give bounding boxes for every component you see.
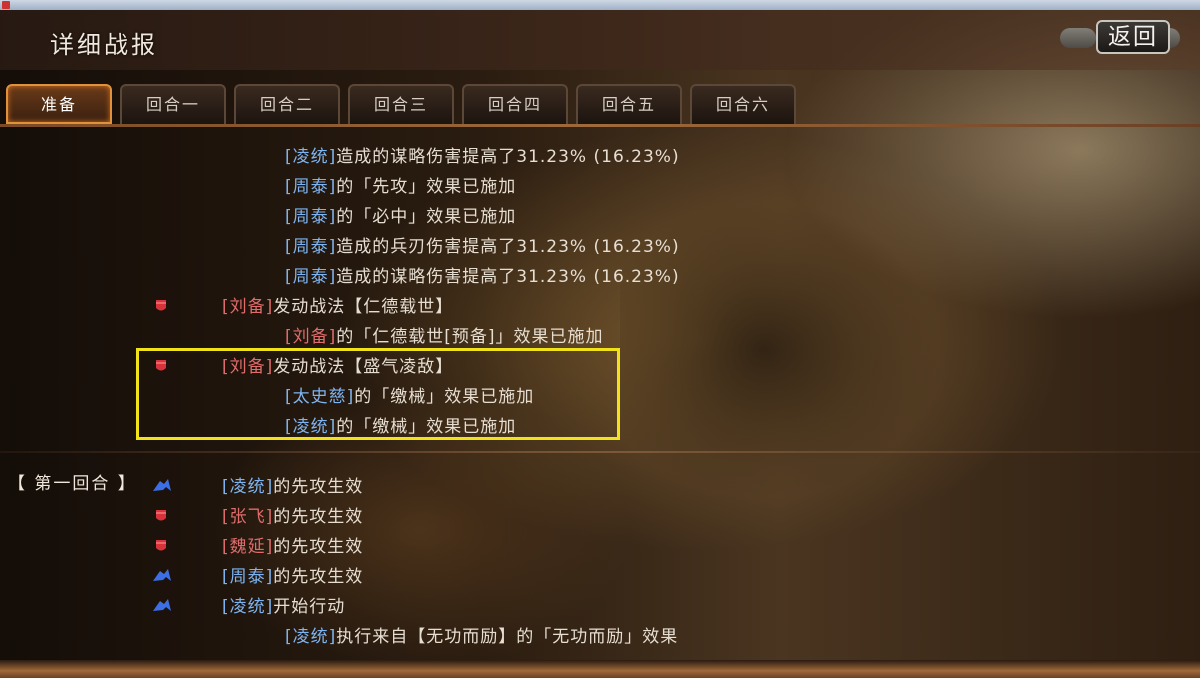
blue-arrow-icon <box>152 478 172 492</box>
log-line: [周泰]的「必中」效果已施加 <box>285 202 516 232</box>
general-name: [凌统] <box>285 147 337 167</box>
log-text: 执行来自【无功而励】的「无功而励」效果 <box>336 627 679 647</box>
log-line: [刘备]发动战法【仁德载世】 <box>222 292 453 322</box>
general-name: [刘备] <box>285 327 337 347</box>
red-shield-icon <box>155 299 167 313</box>
log-text: 的「必中」效果已施加 <box>336 207 517 227</box>
general-name: [周泰] <box>285 207 337 227</box>
log-line: [周泰]造成的谋略伤害提高了31.23% (16.23%) <box>285 262 680 292</box>
general-name: [魏延] <box>222 537 274 557</box>
log-text: 造成的谋略伤害提高了31.23% (16.23%) <box>336 267 680 287</box>
log-text: 造成的谋略伤害提高了31.23% (16.23%) <box>336 147 680 167</box>
tab-round-2[interactable]: 回合二 <box>234 84 340 124</box>
log-text: 的「先攻」效果已施加 <box>336 177 517 197</box>
general-name: [周泰] <box>285 267 337 287</box>
log-text: 发动战法【仁德载世】 <box>273 297 454 317</box>
log-line: [凌统]执行来自【无功而励】的「无功而励」效果 <box>285 622 678 652</box>
log-line: [凌统]的先攻生效 <box>222 472 363 502</box>
round-label: 【 第一回合 】 <box>8 474 137 494</box>
log-line: [周泰]的先攻生效 <box>222 562 363 592</box>
log-line: [魏延]的先攻生效 <box>222 532 363 562</box>
log-text: 的先攻生效 <box>273 537 364 557</box>
log-text: 造成的兵刃伤害提高了31.23% (16.23%) <box>336 237 680 257</box>
tab-round-6[interactable]: 回合六 <box>690 84 796 124</box>
app-icon <box>2 1 10 9</box>
back-button[interactable]: 返回 <box>1060 18 1180 58</box>
log-line: [张飞]的先攻生效 <box>222 502 363 532</box>
general-name: [周泰] <box>285 237 337 257</box>
general-name: [凌统] <box>222 597 274 617</box>
log-text: 开始行动 <box>273 597 346 617</box>
tab-round-3[interactable]: 回合三 <box>348 84 454 124</box>
tab-round-1[interactable]: 回合一 <box>120 84 226 124</box>
red-shield-icon <box>155 509 167 523</box>
round-tabs: 准备 回合一 回合二 回合三 回合四 回合五 回合六 <box>6 84 1200 126</box>
log-text: 的「仁德载世[预备]」效果已施加 <box>336 327 604 347</box>
log-line: [周泰]造成的兵刃伤害提高了31.23% (16.23%) <box>285 232 680 262</box>
battle-log[interactable]: [凌统]造成的谋略伤害提高了31.23% (16.23%) [周泰]的「先攻」效… <box>0 140 1200 670</box>
general-name: [张飞] <box>222 507 274 527</box>
back-button-label[interactable]: 返回 <box>1096 20 1170 54</box>
blue-arrow-icon <box>152 598 172 612</box>
window-title-bar <box>0 0 1200 10</box>
general-name: [凌统] <box>285 627 337 647</box>
general-name: [周泰] <box>285 177 337 197</box>
bottom-frame <box>0 660 1200 678</box>
page-title: 详细战报 <box>50 31 158 59</box>
tab-prep[interactable]: 准备 <box>6 84 112 124</box>
general-name: [刘备] <box>222 297 274 317</box>
general-name: [凌统] <box>222 477 274 497</box>
header-bar: 详细战报 <box>0 10 1200 70</box>
back-button-left-ornament <box>1060 28 1096 48</box>
highlight-box <box>136 348 620 440</box>
tabs-underline <box>0 124 1200 127</box>
round-divider <box>0 451 1200 453</box>
log-line: [周泰]的「先攻」效果已施加 <box>285 172 516 202</box>
log-line: [凌统]开始行动 <box>222 592 345 622</box>
tab-round-5[interactable]: 回合五 <box>576 84 682 124</box>
log-line: [凌统]造成的谋略伤害提高了31.23% (16.23%) <box>285 142 680 172</box>
general-name: [周泰] <box>222 567 274 587</box>
tab-round-4[interactable]: 回合四 <box>462 84 568 124</box>
blue-arrow-icon <box>152 568 172 582</box>
log-text: 的先攻生效 <box>273 477 364 497</box>
log-text: 的先攻生效 <box>273 567 364 587</box>
red-shield-icon <box>155 539 167 553</box>
log-text: 的先攻生效 <box>273 507 364 527</box>
